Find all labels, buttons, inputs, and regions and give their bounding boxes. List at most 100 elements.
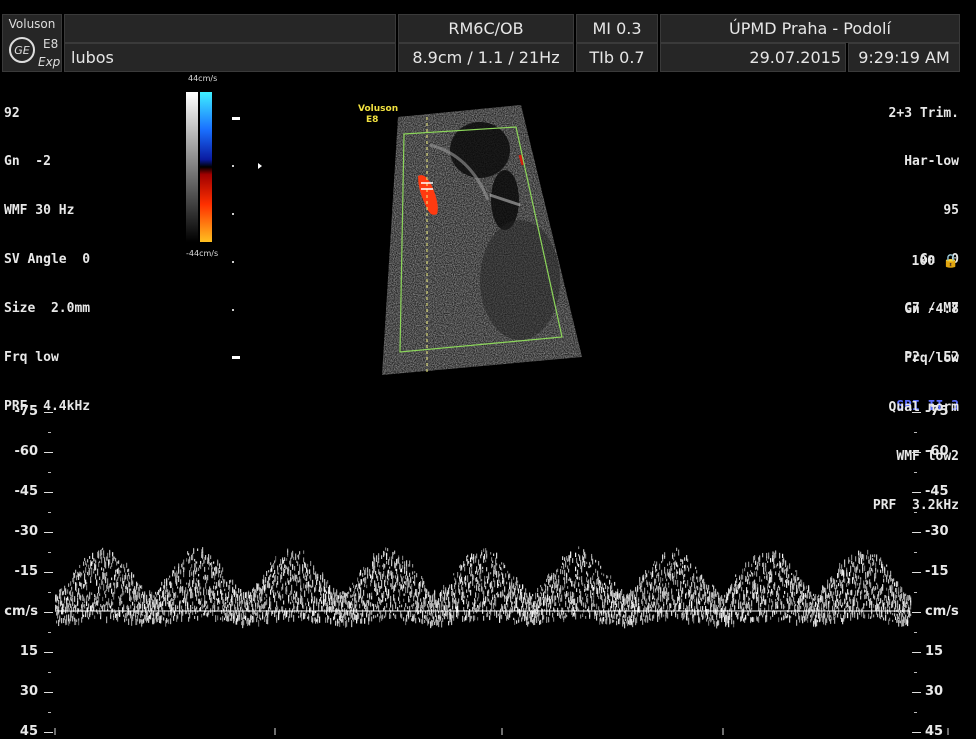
spectrum-sample [301,616,302,621]
spectrum-sample [583,602,584,607]
spectrum-sample [63,603,64,605]
spectrum-sample [614,616,615,619]
spectrum-sample [333,606,334,609]
spectrum-sample [216,582,217,586]
spectrum-sample [130,605,131,609]
spectrum-sample [482,570,483,573]
spectrum-sample [234,615,235,618]
spectrum-sample [601,573,602,575]
spectrum-sample [738,612,739,615]
spectrum-sample [700,606,701,611]
spectrum-sample [218,573,219,577]
spectrum-sample [166,578,167,585]
spectrum-sample [492,561,493,563]
spectrum-sample [590,590,591,596]
spectrum-sample [416,573,417,577]
spectrum-sample [853,573,854,577]
spectrum-sample [655,579,656,584]
spectrum-sample [403,584,404,586]
spectrum-sample [88,604,89,609]
spectrum-sample [739,593,740,596]
spectrum-sample [424,620,425,623]
spectrum-sample [550,599,551,604]
spectrum-sample [389,567,390,569]
spectrum-sample [255,603,256,607]
spectrum-sample [547,587,548,594]
spectrum-sample [685,584,686,588]
spectrum-sample [84,604,85,608]
spectrum-sample [277,581,278,585]
spectrum-sample [194,616,195,619]
spectrum-sample [777,601,778,608]
spectrum-sample [101,556,102,563]
spectrum-sample [842,603,843,607]
spectrum-sample [787,614,788,618]
spectrum-sample [367,595,368,599]
spectrum-sample [281,574,282,579]
spectrum-sample [298,554,299,559]
spectrum-sample [492,597,493,599]
spectrum-sample [376,583,377,589]
spectrum-sample [131,597,132,600]
spectrum-sample [449,585,450,589]
spectrum-sample [800,606,801,609]
spectrum-sample [458,598,459,603]
spectrum-sample [112,552,113,556]
spectrum-sample [350,588,351,592]
spectrum-sample [644,588,645,594]
spectrum-sample [556,579,557,583]
spectrum-sample [798,577,799,580]
spectrum-sample [440,597,441,601]
spectrum-sample [280,559,281,563]
spectrum-sample [539,612,540,615]
spectrum-sample [570,591,571,596]
spectrum-sample [585,593,586,596]
spectrum-sample [222,567,223,571]
spectrum-sample [851,555,852,560]
spectrum-sample [782,554,783,558]
spectrum-sample [418,603,419,609]
spectrum-sample [527,614,528,620]
spectrum-sample [666,579,667,581]
spectrum-sample [109,559,110,564]
spectrum-sample [855,582,856,586]
spectrum-sample [177,586,178,588]
spectrum-sample [192,553,193,560]
spectrum-sample [242,600,243,604]
spectrum-sample [850,599,851,604]
spectrum-sample [748,576,749,581]
spectrum-sample [159,595,160,601]
spectrum-sample [302,567,303,574]
spectrum-sample [578,584,579,587]
spectrum-sample [110,583,111,588]
spectrum-sample [535,593,536,600]
spectrum-sample [758,595,759,601]
spectrum-sample [192,593,193,598]
spectrum-sample [751,564,752,567]
spectrum-sample [488,594,489,596]
spectrum-sample [232,601,233,606]
spectrum-sample [651,587,652,589]
spectrum-sample [140,604,141,609]
spectrum-sample [151,592,152,595]
spectrum-sample [200,561,201,564]
spectrum-sample [190,607,191,613]
spectrum-sample [374,558,375,562]
spectrum-sample [695,567,696,569]
spectrum-sample [792,592,793,598]
spectrum-sample [639,578,640,583]
spectrum-sample [838,583,839,586]
spectrum-sample [414,571,415,573]
spectrum-sample [310,589,311,592]
spectrum-sample [611,583,612,589]
spectrum-sample [97,612,98,614]
spectrum-sample [705,596,706,599]
spectrum-sample [71,587,72,589]
spectrum-sample [748,611,749,616]
spectrum-sample [248,591,249,595]
spectrum-sample [595,569,596,573]
spectrum-sample [213,561,214,563]
spectrum-sample [399,605,400,607]
spectrum-sample [399,590,400,597]
spectrum-sample [353,585,354,588]
